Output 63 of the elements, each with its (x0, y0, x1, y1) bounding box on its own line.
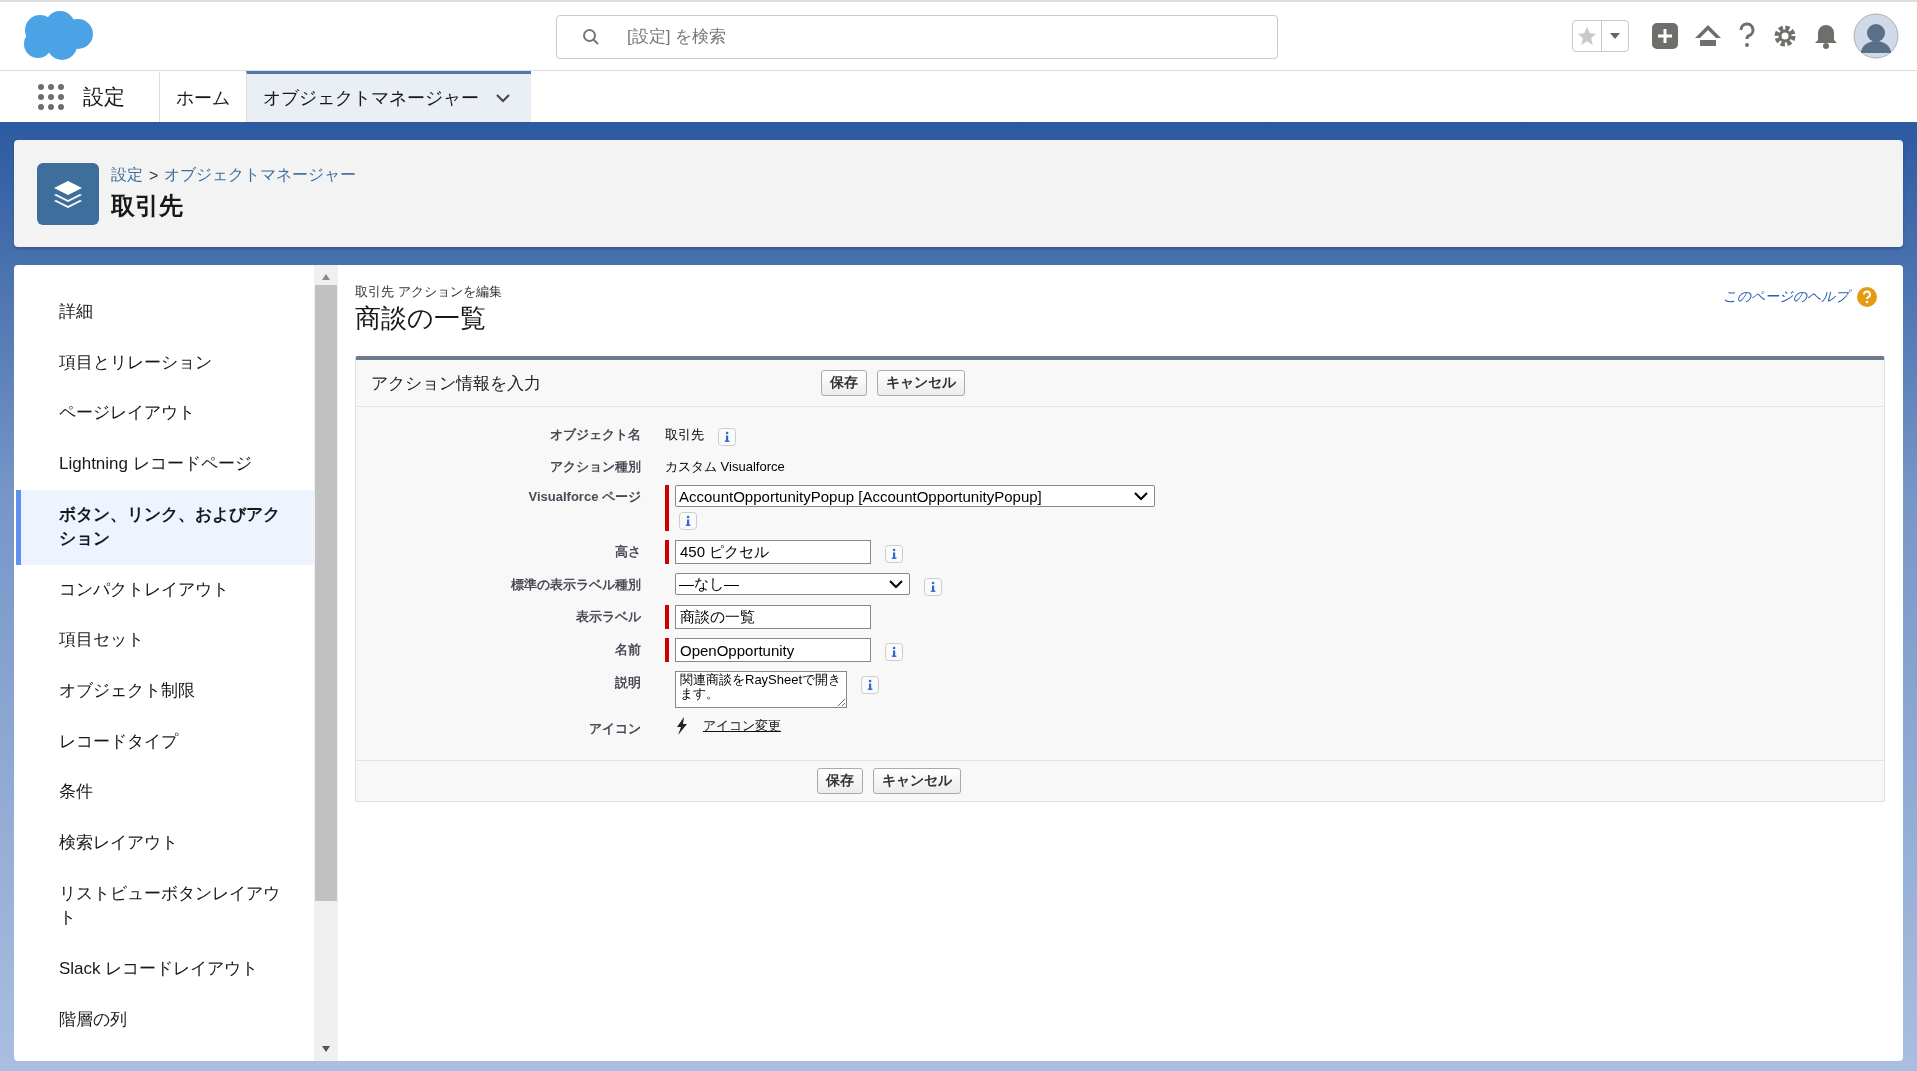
app-name: 設定 (83, 83, 125, 110)
page-subtitle: 取引先 アクションを編集 (355, 283, 502, 301)
sidebar-item[interactable]: リストビューボタンレイアウト (16, 868, 314, 944)
nav-tab[interactable]: オブジェクトマネージャー (246, 71, 531, 122)
sidebar-item[interactable]: 検索レイアウト (16, 818, 314, 869)
sidebar-item[interactable]: ページレイアウト (16, 388, 314, 439)
textarea-field[interactable]: 関連商談をRaySheetで開きます。 (675, 671, 847, 708)
breadcrumb-link[interactable]: 設定 (111, 165, 143, 186)
field-value: カスタム Visualforce (665, 458, 785, 476)
scroll-down-icon[interactable] (321, 1045, 331, 1053)
star-icon (1576, 25, 1598, 47)
chevron-down-icon[interactable] (495, 93, 511, 103)
sidebar-item[interactable]: コンパクトレイアウト (16, 564, 314, 616)
field-label: Visualforce ページ (527, 488, 641, 506)
field-label: アクション種別 (549, 458, 641, 476)
field-label: 名前 (614, 641, 641, 659)
search-icon (582, 28, 600, 46)
select-field[interactable]: AccountOpportunityPopup [AccountOpportunityPopup] (675, 485, 1155, 507)
field-label: オブジェクト名 (549, 426, 641, 444)
sidebar-item[interactable]: 条件 (16, 767, 314, 819)
plus-icon[interactable] (1651, 22, 1679, 50)
search-field[interactable]: [設定] を検索 (556, 15, 1278, 59)
avatar-icon[interactable] (1853, 13, 1899, 59)
help-icon[interactable] (1737, 22, 1757, 50)
field-label: 高さ (614, 543, 641, 561)
chevron-down-icon (1134, 491, 1148, 501)
lightning-icon (675, 717, 689, 735)
field-label: 標準の表示ラベル種別 (509, 576, 641, 594)
sidebar-item[interactable]: Lightning レコードページ (16, 438, 314, 490)
breadcrumb-separator: > (149, 166, 159, 185)
breadcrumb-link[interactable]: オブジェクトマネージャー (164, 165, 357, 186)
input-field[interactable]: 450 ピクセル (675, 540, 871, 564)
field-label: アイコン (588, 720, 641, 738)
form-button[interactable]: 保存 (817, 768, 863, 794)
field-label: 表示ラベル (575, 608, 641, 626)
input-field[interactable]: 商談の一覧 (675, 605, 871, 629)
sidebar-item[interactable]: 階層の列 (16, 994, 314, 1046)
select-field[interactable]: —なし— (675, 573, 910, 595)
record-title: 商談の一覧 (355, 302, 487, 335)
sidebar-item[interactable]: オブジェクト制限 (16, 666, 314, 717)
form-button[interactable]: キャンセル (877, 370, 965, 396)
form-button[interactable]: 保存 (821, 370, 867, 396)
form-button[interactable]: キャンセル (873, 768, 961, 794)
field-label: 説明 (614, 674, 641, 692)
field-value: 取引先 (665, 426, 704, 444)
sidebar-item[interactable]: 項目セット (16, 615, 314, 667)
app-launcher-icon[interactable] (37, 82, 65, 111)
change-icon-link[interactable]: アイコン変更 (703, 717, 781, 735)
scroll-up-icon[interactable] (321, 273, 331, 281)
input-field[interactable]: OpenOpportunity (675, 638, 871, 662)
chevron-down-icon (889, 579, 903, 589)
page-title: 取引先 (111, 191, 184, 221)
layers-icon (37, 162, 99, 225)
caret-down-icon (1609, 32, 1621, 40)
sidebar-item[interactable]: Slack レコードレイアウト (16, 943, 314, 995)
scrollbar[interactable] (314, 265, 338, 1061)
section-title: アクション情報を入力 (371, 372, 542, 395)
sidebar-item[interactable]: ボタン、リンク、およびアクション (16, 489, 314, 565)
notification-bell-icon[interactable] (1813, 22, 1839, 50)
help-icon (1857, 287, 1877, 307)
sidebar-item[interactable]: レコードタイプ (16, 716, 314, 768)
sidebar-item[interactable]: 項目とリレーション (16, 337, 314, 389)
sidebar-item[interactable]: 詳細 (16, 287, 314, 338)
